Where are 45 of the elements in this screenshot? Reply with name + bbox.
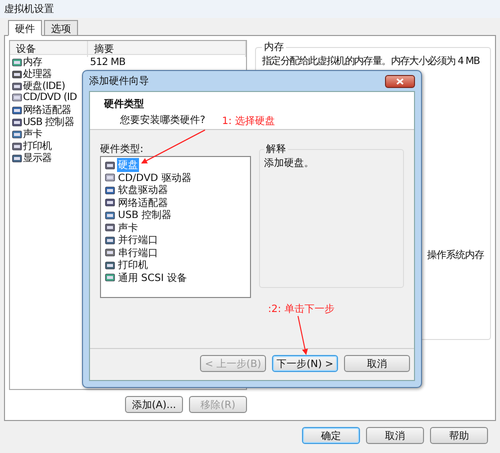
annotation-arrow [298,316,308,355]
device-name[interactable]: 网络适配器 [23,103,72,117]
hardware-item[interactable]: CD/DVD 驱动器 [117,170,192,185]
dialog-button[interactable]: 取消 [366,427,424,444]
device-name[interactable]: 声卡 [23,127,42,141]
explanation-text: 添加硬盘。 [264,156,315,170]
device-name[interactable]: USB 控制器 [23,115,74,129]
column-header: 设备 [10,41,88,57]
dialog-button[interactable]: 帮助 [430,427,488,444]
hardware-item[interactable]: 软盘驱动器 [117,183,169,198]
close-button[interactable] [385,74,415,88]
hardware-item[interactable]: 网络适配器 [117,196,169,210]
add-button[interactable]: 添加(A)... [125,396,183,413]
close-icon [396,78,404,84]
hardware-item[interactable]: 打印机 [117,258,149,272]
annotation-arrow [141,130,206,164]
wizard-button[interactable]: 取消 [344,355,410,372]
device-name[interactable]: 内存 [23,55,42,69]
dialog-title: 添加硬件向导 [89,74,149,88]
device-name[interactable]: 硬盘(IDE) [23,79,65,93]
column-header: 摘要 [88,41,246,57]
memory-note: 操作系统内存 [427,248,484,262]
device-name[interactable]: 处理器 [23,67,52,81]
annotation-text: 1: 选择硬盘 [222,114,275,128]
window-title: 虚拟机设置 [0,0,500,18]
device-name[interactable]: CD/DVD (ID [23,92,77,102]
device-summary: 512 MB [90,56,126,68]
dialog-button[interactable]: 确定 [302,427,360,444]
device-name[interactable]: 打印机 [23,139,52,153]
group-title: 内存 [263,40,285,54]
hardware-item[interactable]: USB 控制器 [117,208,173,222]
hardware-item[interactable]: 并行端口 [117,233,159,248]
wizard-heading: 硬件类型 [104,98,144,111]
wizard-subheading: 您要安装哪类硬件? [120,114,206,127]
device-name[interactable]: 显示器 [23,151,52,165]
memory-description: 指定分配给此虚拟机的内存量。内存大小必须为 4 MB [262,54,480,68]
hardware-item[interactable]: 声卡 [117,220,139,235]
hardware-item[interactable]: 串行端口 [117,246,159,260]
hardware-item[interactable]: 通用 SCSI 设备 [117,270,188,285]
list-label: 硬件类型: [100,142,144,156]
annotation-text: :2: 单击下一步 [268,302,334,316]
wizard-button[interactable]: 下一步(N) > [272,355,338,372]
tab[interactable]: 选项 [44,20,78,36]
tab[interactable]: 硬件 [8,20,42,36]
group-title: 解释 [265,143,287,156]
